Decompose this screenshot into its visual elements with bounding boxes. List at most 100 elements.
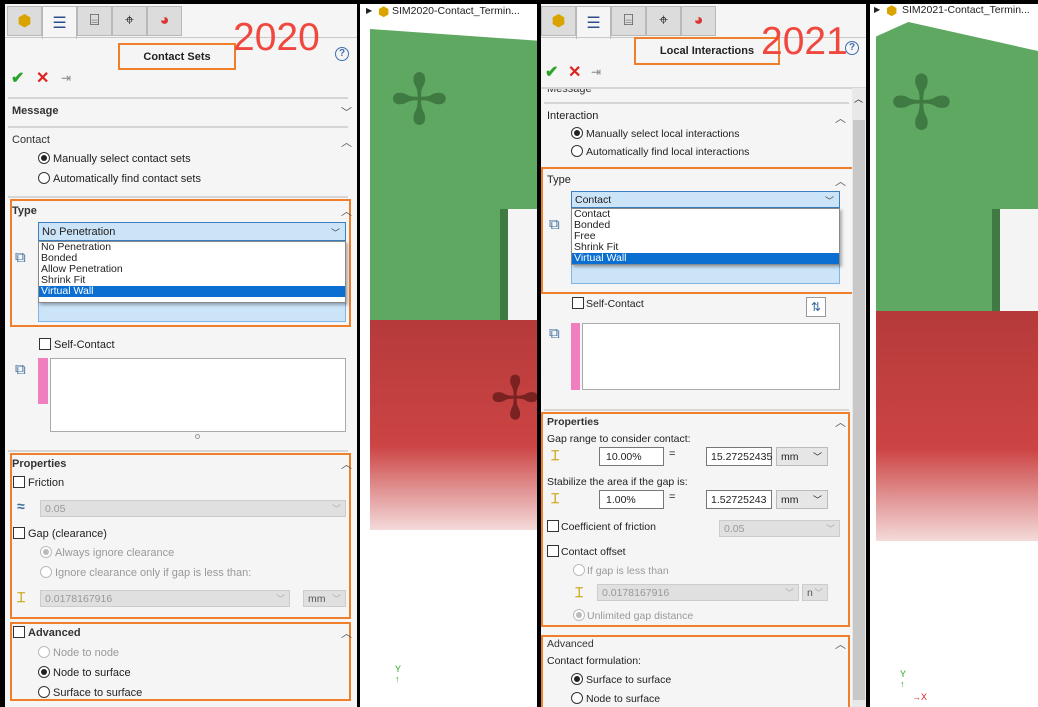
help-icon[interactable]: ? bbox=[845, 41, 859, 55]
tree-expand-icon[interactable]: ▶ bbox=[874, 5, 880, 14]
contact-section[interactable]: Contact bbox=[12, 134, 50, 146]
radio-auto[interactable] bbox=[571, 145, 583, 157]
type-select-value: Contact bbox=[575, 193, 612, 206]
set2-selection-box[interactable] bbox=[582, 323, 840, 390]
stabilize-value-input[interactable]: 1.52725243 bbox=[706, 490, 772, 509]
friction-checkbox[interactable] bbox=[547, 520, 559, 532]
chevron-up-icon[interactable]: ︿ bbox=[835, 414, 846, 430]
advanced-checkbox[interactable] bbox=[13, 626, 25, 638]
property-manager-tab[interactable]: ☰ bbox=[576, 6, 611, 39]
red-plate bbox=[876, 311, 1038, 541]
gap-value: 0.0178167916 bbox=[45, 592, 113, 605]
feature-manager-tab[interactable]: ⬢ bbox=[541, 6, 576, 36]
type-select[interactable]: No Penetration ﹀ bbox=[38, 222, 346, 241]
equals-sign: = bbox=[669, 448, 676, 460]
type-option[interactable]: No Penetration bbox=[39, 242, 345, 253]
self-contact-checkbox[interactable] bbox=[572, 297, 584, 309]
property-manager-2021: ⬢ ☰ ⌸ ⌖ ◕ Local Interactions 2021 ? ✔ ✕ … bbox=[541, 4, 866, 707]
triad-y-axis: Y ↑ bbox=[900, 669, 907, 689]
chevron-up-icon[interactable]: ︿ bbox=[341, 625, 352, 641]
type-select[interactable]: Contact ﹀ bbox=[571, 191, 840, 208]
resize-handle[interactable] bbox=[195, 434, 200, 439]
selection-field[interactable] bbox=[38, 302, 346, 322]
friction-icon: ≈ bbox=[17, 498, 25, 514]
list-icon: ☰ bbox=[52, 15, 67, 32]
gap-icon: ⌶ bbox=[551, 447, 560, 463]
chevron-down-icon[interactable]: ﹀ bbox=[341, 104, 352, 120]
gap-unit-select: mm ﹀ bbox=[303, 590, 346, 607]
cancel-x-icon[interactable]: ✕ bbox=[36, 68, 49, 88]
display-manager-tab[interactable]: ◕ bbox=[681, 6, 716, 36]
type-section[interactable]: Type bbox=[547, 174, 571, 186]
help-icon[interactable]: ? bbox=[335, 47, 349, 61]
display-manager-tab[interactable]: ◕ bbox=[147, 6, 182, 36]
radio-unlimited-gap bbox=[573, 609, 585, 621]
pin-icon[interactable]: ⇥ bbox=[61, 71, 71, 85]
type-option[interactable]: Bonded bbox=[572, 220, 839, 231]
feature-manager-tab[interactable]: ⬢ bbox=[7, 6, 42, 36]
radio-manual-label: Manually select local interactions bbox=[586, 128, 740, 140]
scroll-up-icon[interactable]: ︿ bbox=[854, 92, 863, 105]
tree-expand-icon[interactable]: ▶ bbox=[366, 6, 372, 15]
swap-sets-button[interactable]: ⇅ bbox=[806, 297, 826, 317]
configuration-manager-tab[interactable]: ⌸ bbox=[77, 6, 112, 36]
set2-selection-box[interactable] bbox=[50, 358, 346, 432]
radio-auto[interactable] bbox=[38, 172, 50, 184]
type-option[interactable]: Virtual Wall bbox=[572, 253, 839, 264]
interaction-section[interactable]: Interaction bbox=[547, 110, 598, 122]
dimxpert-tab[interactable]: ⌖ bbox=[112, 6, 147, 36]
friction-checkbox[interactable] bbox=[13, 476, 25, 488]
scrollbar[interactable]: ︿ bbox=[852, 88, 866, 707]
chevron-up-icon[interactable]: ︿ bbox=[341, 134, 352, 150]
cancel-x-icon[interactable]: ✕ bbox=[568, 62, 581, 82]
stabilize-unit-select[interactable]: mm ﹀ bbox=[776, 490, 828, 509]
graphics-viewport-2021[interactable]: ▶ ⬢ SIM2021-Contact_Termin... ✢ Y ↑ →X bbox=[870, 4, 1038, 707]
radio-manual[interactable] bbox=[571, 127, 583, 139]
gap-unit: mm bbox=[308, 592, 326, 605]
radio-manual[interactable] bbox=[38, 152, 50, 164]
unit-value: mm bbox=[781, 493, 799, 506]
chevron-up-icon[interactable]: ︿ bbox=[835, 636, 846, 652]
properties-section[interactable]: Properties bbox=[547, 416, 599, 428]
type-option[interactable]: Contact bbox=[572, 209, 839, 220]
page-title: Local Interactions bbox=[634, 37, 780, 65]
ok-check-icon[interactable]: ✔ bbox=[545, 62, 558, 82]
stabilize-percent-input[interactable]: 1.00% bbox=[599, 490, 664, 509]
configuration-manager-tab[interactable]: ⌸ bbox=[611, 6, 646, 36]
self-contact-checkbox[interactable] bbox=[39, 338, 51, 350]
gap-icon: ⌶ bbox=[551, 490, 560, 506]
gap-checkbox[interactable] bbox=[13, 527, 25, 539]
chevron-down-icon: ﹀ bbox=[812, 495, 822, 505]
advanced-section[interactable]: Advanced bbox=[547, 638, 594, 650]
chevron-up-icon[interactable]: ︿ bbox=[835, 173, 846, 189]
divider bbox=[541, 87, 866, 89]
property-manager-tab[interactable]: ☰ bbox=[42, 6, 77, 39]
ok-check-icon[interactable]: ✔ bbox=[11, 68, 24, 88]
advanced-section[interactable]: Advanced bbox=[28, 627, 81, 639]
type-section[interactable]: Type bbox=[12, 205, 37, 217]
gap-range-unit-select[interactable]: mm ﹀ bbox=[776, 447, 828, 466]
gap-range-percent-input[interactable]: 10.00% bbox=[599, 447, 664, 466]
radio-node-to-surface[interactable] bbox=[38, 666, 50, 678]
chevron-up-icon[interactable]: ︿ bbox=[341, 203, 352, 219]
selection-field[interactable] bbox=[571, 264, 840, 284]
unlimited-gap-label: Unlimited gap distance bbox=[587, 610, 694, 622]
dimxpert-tab[interactable]: ⌖ bbox=[646, 6, 681, 36]
type-option[interactable]: Virtual Wall bbox=[39, 286, 345, 297]
message-section[interactable]: Message bbox=[547, 89, 592, 95]
properties-section[interactable]: Properties bbox=[12, 458, 66, 470]
chevron-up-icon[interactable]: ︿ bbox=[835, 110, 846, 126]
scroll-thumb[interactable] bbox=[853, 120, 865, 700]
radio-node-to-surface[interactable] bbox=[571, 692, 583, 704]
pin-icon[interactable]: ⇥ bbox=[591, 65, 601, 79]
part-icon: ⬢ bbox=[17, 13, 32, 30]
divider bbox=[8, 97, 348, 99]
radio-auto-label: Automatically find local interactions bbox=[586, 146, 750, 158]
message-section[interactable]: Message bbox=[12, 105, 58, 117]
contact-offset-checkbox[interactable] bbox=[547, 545, 559, 557]
radio-surface-to-surface[interactable] bbox=[571, 673, 583, 685]
graphics-viewport-2020[interactable]: ▶ ⬢ SIM2020-Contact_Termin... ✢ ✢ Y ↑ bbox=[360, 4, 537, 707]
gap-range-value-input[interactable]: 15.27252435 bbox=[706, 447, 772, 466]
radio-surface-to-surface[interactable] bbox=[38, 686, 50, 698]
chevron-up-icon[interactable]: ︿ bbox=[341, 456, 352, 472]
